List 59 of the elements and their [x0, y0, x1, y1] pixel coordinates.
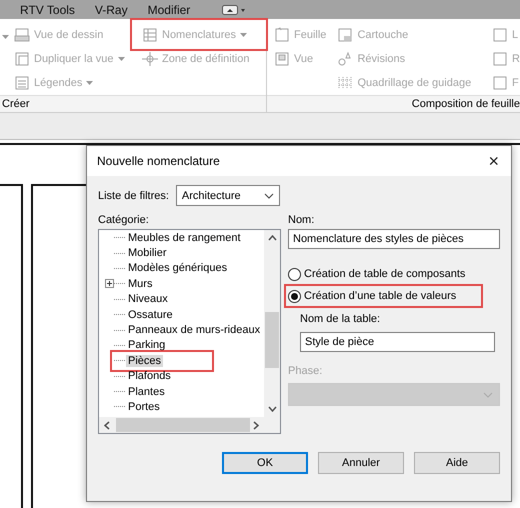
drawing-view-icon: [14, 27, 30, 43]
tree-item[interactable]: Meubles de rangement: [126, 232, 243, 244]
name-field[interactable]: Nomenclature des styles de pièces: [288, 229, 500, 249]
legend-icon: [14, 75, 30, 91]
dialog-button[interactable]: Aide: [414, 452, 500, 474]
scroll-down-icon[interactable]: [268, 406, 276, 412]
scroll-right-icon[interactable]: [253, 420, 259, 430]
tree-item[interactable]: Mobilier: [126, 247, 169, 260]
caret-icon[interactable]: [2, 35, 9, 39]
dialog-title: Nouvelle nomenclature: [97, 154, 220, 168]
vertical-scrollbar[interactable]: [264, 230, 280, 433]
radio-button[interactable]: [288, 290, 301, 302]
expand-icon[interactable]: [105, 279, 114, 288]
tree-item[interactable]: Murs: [126, 278, 154, 290]
panel-toggle-icon[interactable]: [222, 4, 246, 16]
chevron-icon: [483, 392, 493, 398]
tree-item[interactable]: Modèles génériques: [126, 262, 230, 274]
table-name-field[interactable]: Style de pièce: [300, 332, 495, 352]
phase-label: Phase:: [288, 365, 324, 379]
new-sheet-icon: [274, 27, 290, 43]
chevron-icon[interactable]: [264, 192, 274, 198]
category-label: Catégorie:: [98, 214, 150, 226]
tree-item[interactable]: Plafonds: [126, 370, 173, 382]
sheet-view-icon: [274, 51, 290, 67]
radio-label[interactable]: Création de table de composants: [304, 268, 466, 280]
tree-item[interactable]: Ossature: [126, 308, 175, 321]
horizontal-scrollbar[interactable]: [99, 417, 264, 433]
tree-item[interactable]: Panneaux de murs-rideaux: [126, 324, 262, 336]
menu-tab[interactable]: V-Ray: [94, 2, 128, 16]
scroll-up-icon[interactable]: [268, 235, 276, 241]
panel-title: Composition de feuille: [412, 98, 520, 110]
filter-dropdown[interactable]: Architecture: [176, 185, 280, 206]
dialog-button[interactable]: OK: [222, 452, 308, 474]
duplicate-icon: [14, 51, 30, 67]
grid-icon: [337, 75, 354, 91]
table-icon: [142, 27, 158, 43]
scroll-left-icon[interactable]: [104, 420, 110, 430]
tree-item[interactable]: Niveaux: [126, 293, 170, 306]
radio-button[interactable]: [288, 268, 301, 280]
sheet-icon: [492, 51, 508, 67]
scrollbar-thumb[interactable]: [116, 418, 250, 432]
crosshair-icon: [142, 51, 158, 67]
title-block-icon: [337, 27, 354, 43]
radio-label[interactable]: Création d’une table de valeurs: [304, 290, 456, 302]
dialog-button[interactable]: Annuler: [318, 452, 404, 474]
tree-item[interactable]: Pièces: [126, 354, 164, 367]
filter-label: Liste de filtres:: [98, 190, 169, 202]
tree-item[interactable]: Portes: [126, 400, 162, 413]
sheet-icon: [492, 75, 508, 91]
name-label: Nom:: [288, 214, 316, 228]
close-button[interactable]: ×: [486, 150, 501, 172]
tree-item[interactable]: Parking: [126, 339, 168, 352]
sheet-icon: [492, 27, 508, 43]
table-name-label: Nom de la table:: [300, 313, 382, 327]
menu-tab[interactable]: Modifier: [148, 2, 190, 16]
tree-item[interactable]: Plantes: [126, 386, 167, 398]
scrollbar-thumb[interactable]: [265, 312, 279, 368]
menu-tab[interactable]: RTV Tools: [20, 2, 75, 16]
panel-title: Créer: [2, 98, 30, 110]
